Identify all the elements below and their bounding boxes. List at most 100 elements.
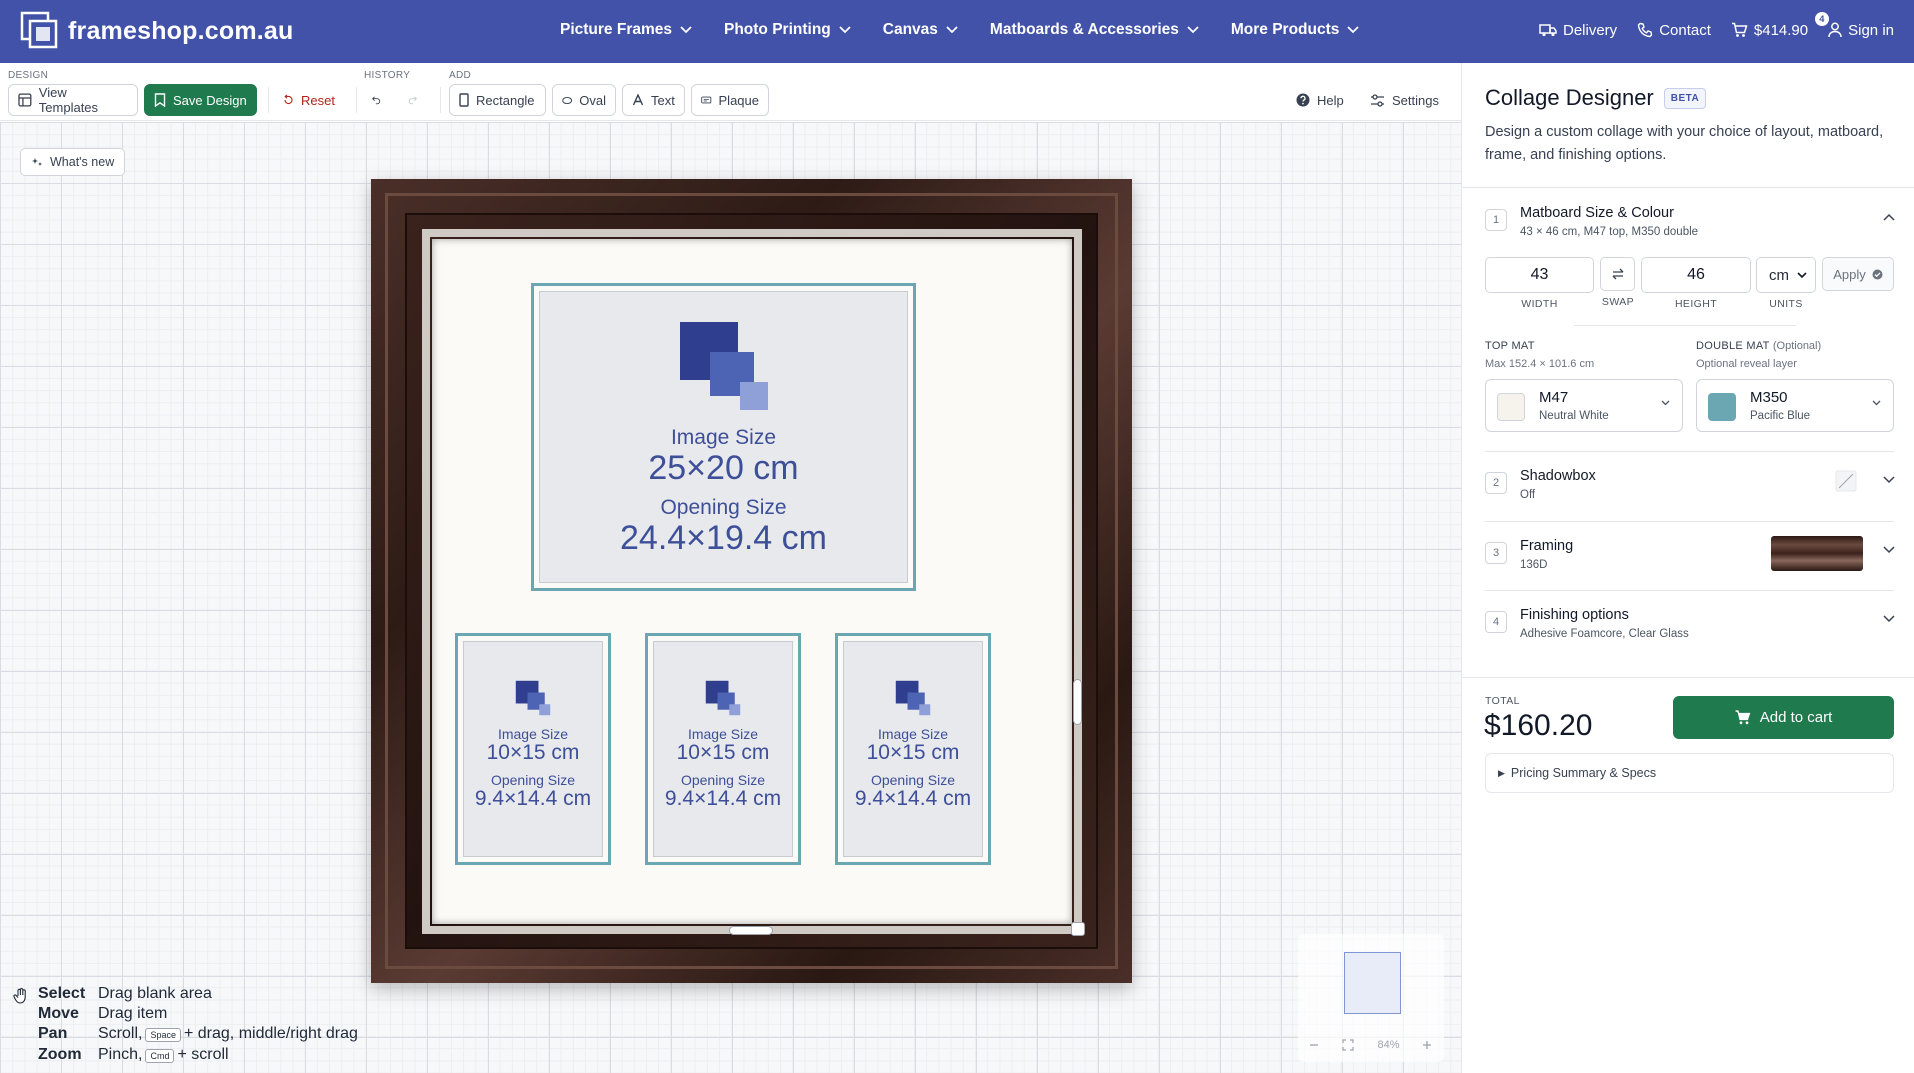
small-photo-opening[interactable]: Image Size 10×15 cm Opening Size 9.4×14.… (835, 633, 991, 865)
shortcut-desc-post: + drag, middle/right drag (183, 1025, 358, 1042)
height-label: HEIGHT (1674, 298, 1718, 310)
toolbar-divider (268, 87, 269, 113)
menu-matboards-accessories[interactable]: Matboards & Accessories (990, 21, 1199, 39)
shortcut-key: Zoom (38, 1046, 82, 1063)
opening-size-value: 9.4×14.4 cm (474, 787, 592, 810)
shadowbox-off-icon (1835, 470, 1857, 492)
add-to-cart-button[interactable]: Add to cart (1673, 696, 1894, 739)
logo-text: frameshop.com.au (68, 16, 294, 45)
top-navigation: frameshop.com.au Picture Frames Photo Pr… (0, 0, 1914, 63)
shortcut-key: Move (38, 1005, 79, 1022)
logo-icon (20, 11, 60, 51)
height-input[interactable]: 46 (1641, 257, 1751, 293)
section-finishing[interactable]: 4 Finishing options Adhesive Foamcore, C… (1485, 607, 1895, 643)
fit-view-button[interactable] (1342, 1039, 1355, 1051)
cart-icon (1735, 710, 1751, 725)
swap-button[interactable] (1600, 257, 1635, 291)
oval-label: Oval (579, 92, 606, 108)
resize-handle-corner[interactable] (1071, 922, 1085, 936)
pricing-summary-toggle[interactable]: ▶ Pricing Summary & Specs (1485, 753, 1894, 793)
panel-title: Collage Designer (1485, 85, 1654, 110)
view-templates-label: View Templates (38, 85, 99, 115)
width-label: WIDTH (1521, 298, 1558, 310)
opening-size-label: Opening Size (490, 772, 576, 788)
kbd-cmd: Cmd (145, 1049, 175, 1063)
minimap[interactable]: 84% (1298, 934, 1444, 1062)
resize-handle-bottom[interactable] (729, 926, 773, 935)
section-framing[interactable]: 3 Framing 136D (1485, 536, 1895, 574)
shortcut-desc: Pinch, Cmd + scroll (98, 1046, 229, 1064)
menu-canvas[interactable]: Canvas (883, 21, 958, 39)
help-button[interactable]: Help (1296, 84, 1344, 116)
width-input[interactable]: 43 (1485, 257, 1594, 293)
add-text-button[interactable]: Text (622, 84, 685, 116)
apply-button[interactable]: Apply (1822, 257, 1894, 291)
sign-in-link[interactable]: Sign in (1828, 22, 1894, 39)
image-placeholder-icon (515, 680, 551, 716)
chevron-down-icon (946, 26, 958, 34)
menu-photo-printing[interactable]: Photo Printing (724, 21, 851, 39)
large-photo-opening[interactable]: Image Size 25×20 cm Opening Size 24.4×19… (531, 283, 916, 591)
top-mat-select[interactable]: M47 Neutral White (1485, 379, 1683, 432)
zoom-in-button[interactable] (1422, 1040, 1432, 1050)
menu-picture-frames[interactable]: Picture Frames (560, 21, 692, 39)
double-mat-select[interactable]: M350 Pacific Blue (1696, 379, 1894, 432)
opening-placeholder: Image Size 10×15 cm Opening Size 9.4×14.… (463, 641, 603, 857)
view-templates-button[interactable]: View Templates (8, 84, 138, 116)
save-design-button[interactable]: Save Design (144, 84, 257, 116)
zoom-out-button[interactable] (1309, 1040, 1319, 1050)
resize-handle-right[interactable] (1073, 679, 1082, 725)
help-icon (1296, 93, 1310, 107)
units-select[interactable]: cm (1756, 257, 1816, 293)
small-photo-opening[interactable]: Image Size 10×15 cm Opening Size 9.4×14.… (645, 633, 801, 865)
whats-new-label: What's new (50, 155, 115, 169)
templates-icon (18, 93, 32, 107)
small-photo-opening[interactable]: Image Size 10×15 cm Opening Size 9.4×14.… (455, 633, 611, 865)
disclosure-triangle-icon: ▶ (1498, 767, 1505, 778)
help-label: Help (1317, 92, 1344, 108)
site-logo[interactable]: frameshop.com.au (20, 11, 293, 51)
add-rectangle-button[interactable]: Rectangle (449, 84, 546, 116)
redo-button[interactable] (400, 84, 432, 116)
whats-new-button[interactable]: What's new (20, 148, 126, 176)
section-divider (1485, 451, 1894, 452)
chevron-down-icon (1797, 271, 1807, 278)
add-oval-button[interactable]: Oval (552, 84, 616, 116)
image-placeholder-icon (705, 680, 741, 716)
save-design-label: Save Design (173, 92, 247, 108)
menu-more-products[interactable]: More Products (1231, 21, 1360, 39)
section-title: Finishing options (1520, 607, 1629, 623)
section-subtitle: Off (1520, 489, 1536, 501)
double-mat-swatch (1708, 393, 1736, 421)
top-mat-caption: TOP MAT (1485, 340, 1535, 352)
plaque-icon (701, 96, 712, 104)
beta-badge: BETA (1663, 87, 1707, 109)
section-title: Shadowbox (1520, 468, 1596, 484)
image-placeholder-icon (895, 680, 931, 716)
design-canvas[interactable]: What's new Image Size 25×20 cm Opening S… (0, 122, 1461, 1073)
top-mat-swatch (1497, 393, 1525, 421)
panel-title-row: Collage Designer BETA (1485, 85, 1707, 111)
cart-link[interactable]: $414.90 4 (1731, 11, 1829, 39)
chevron-down-icon[interactable] (1883, 476, 1895, 484)
swap-icon (1612, 268, 1623, 280)
picture-frame[interactable]: Image Size 25×20 cm Opening Size 24.4×19… (371, 179, 1132, 983)
chevron-up-icon[interactable] (1883, 213, 1895, 221)
matboard[interactable]: Image Size 25×20 cm Opening Size 24.4×19… (432, 239, 1072, 924)
image-size-label: Image Size (497, 726, 569, 742)
image-size-value: 10×15 cm (486, 741, 580, 764)
section-shadowbox[interactable]: 2 Shadowbox Off (1485, 468, 1895, 504)
reset-button[interactable]: Reset (274, 84, 344, 116)
section-subtitle: 43 × 46 cm, M47 top, M350 double (1520, 226, 1699, 238)
delivery-link[interactable]: Delivery (1539, 22, 1617, 39)
undo-button[interactable] (364, 84, 396, 116)
chevron-down-icon[interactable] (1883, 546, 1895, 554)
add-plaque-button[interactable]: Plaque (691, 84, 769, 116)
section-matboard-header[interactable]: 1 Matboard Size & Colour 43 × 46 cm, M47… (1485, 205, 1895, 238)
menu-label: Picture Frames (560, 21, 672, 38)
chevron-down-icon[interactable] (1883, 615, 1895, 623)
minimap-viewport[interactable] (1344, 952, 1401, 1014)
settings-button[interactable]: Settings (1370, 84, 1439, 116)
sliders-icon (1371, 93, 1384, 107)
contact-link[interactable]: Contact (1637, 22, 1711, 39)
